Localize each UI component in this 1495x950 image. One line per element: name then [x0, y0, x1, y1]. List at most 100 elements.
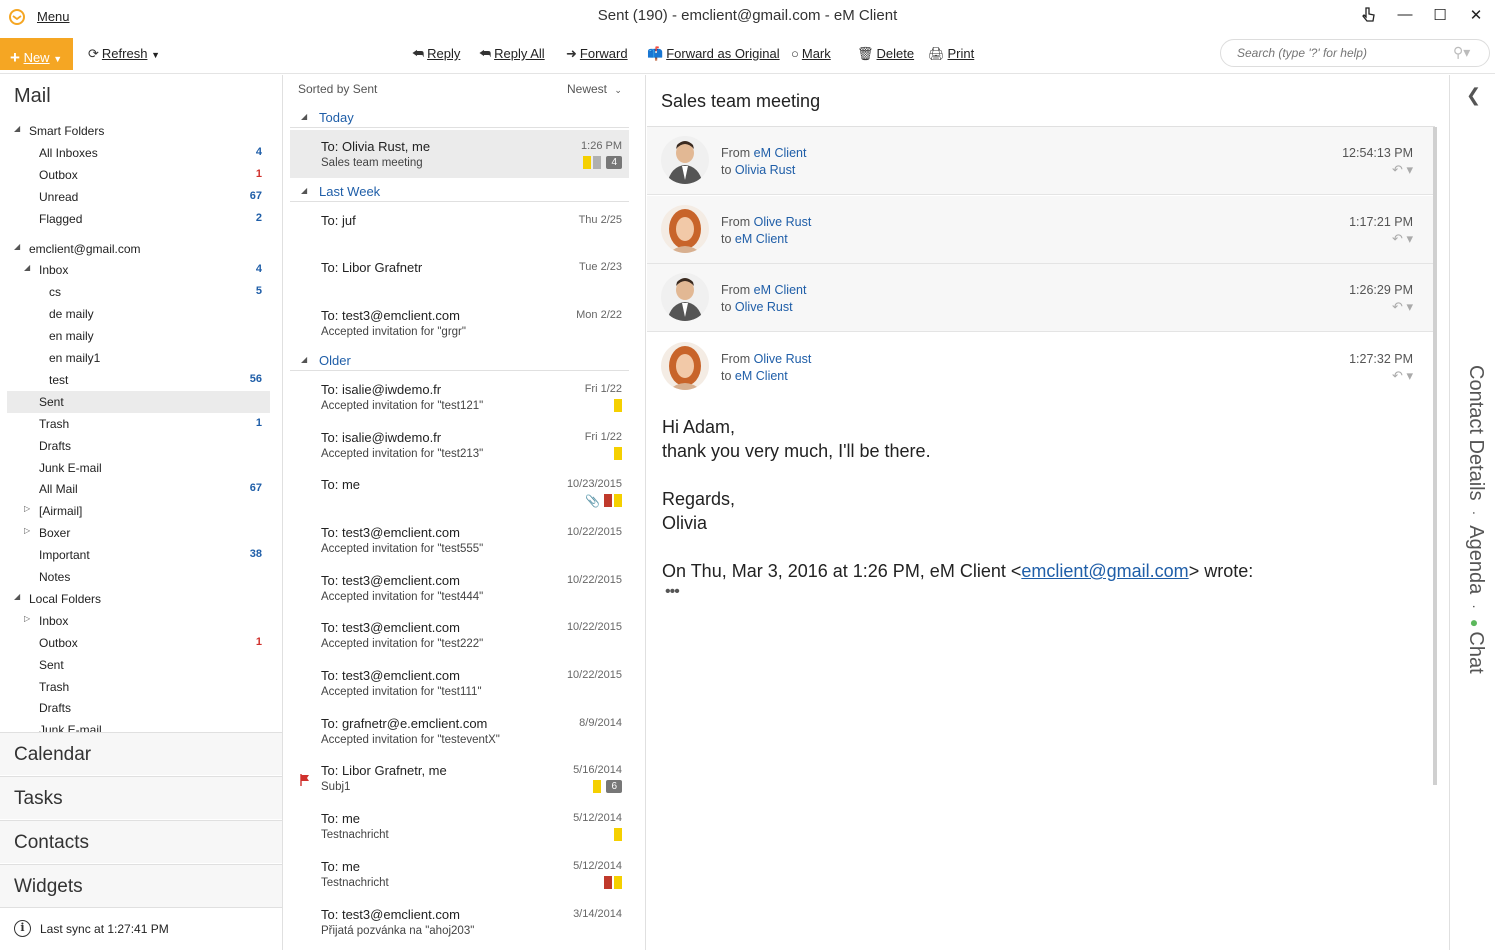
- message-item[interactable]: To: Libor Grafnetr, me Subj1 5/16/2014 6: [290, 754, 629, 802]
- nav-tasks[interactable]: Tasks: [0, 776, 282, 819]
- message-item[interactable]: To: isalie@iwdemo.fr Accepted invitation …: [290, 373, 629, 421]
- folder-item[interactable]: All Inboxes 4: [7, 142, 270, 164]
- flag-icon[interactable]: [300, 774, 310, 787]
- folder-item[interactable]: en maily1: [7, 347, 270, 369]
- folder-item[interactable]: ▷ Inbox: [7, 610, 270, 632]
- folder-item[interactable]: Drafts: [7, 435, 270, 457]
- tab-agenda[interactable]: Agenda: [1465, 525, 1487, 594]
- sender-link[interactable]: eM Client: [754, 283, 807, 297]
- folder-item[interactable]: ▷ Boxer: [7, 522, 270, 544]
- message-item[interactable]: To: test3@emclient.com Accepted invitatio…: [290, 299, 629, 347]
- folder-item[interactable]: Flagged 2: [7, 208, 270, 230]
- conversation-message-header[interactable]: From Olive Rust to eM Client 1:27:32 PM ↶ ▾: [647, 332, 1435, 401]
- recipient-link[interactable]: eM Client: [735, 232, 788, 246]
- touch-mode-icon[interactable]: [1357, 6, 1379, 26]
- mark-button[interactable]: ○ Mark: [791, 46, 831, 61]
- conversation-message-header[interactable]: From eM Client to Olive Rust 1:26:29 PM ↶ ▾: [647, 264, 1435, 332]
- message-item[interactable]: To: me Testnachricht 5/12/2014: [290, 802, 629, 850]
- reply-all-button[interactable]: ⮪ Reply All: [479, 46, 545, 62]
- search-box[interactable]: ⚲▾: [1220, 39, 1490, 67]
- nav-widgets[interactable]: Widgets: [0, 864, 282, 907]
- folder-item[interactable]: Drafts: [7, 697, 270, 719]
- folder-item[interactable]: test 56: [7, 369, 270, 391]
- info-icon[interactable]: i: [14, 920, 31, 937]
- folder-item[interactable]: Junk E-mail: [7, 457, 270, 479]
- collapse-triangle-icon[interactable]: ◢: [301, 112, 307, 121]
- folder-item[interactable]: Outbox 1: [7, 164, 270, 186]
- folder-item[interactable]: ◢ Inbox 4: [7, 259, 270, 281]
- quote-email-link[interactable]: emclient@gmail.com: [1021, 561, 1188, 581]
- folder-item[interactable]: Notes: [7, 566, 270, 588]
- message-item[interactable]: To: grafnetr@e.emclient.com Accepted invi…: [290, 707, 629, 755]
- message-item[interactable]: To: test3@emclient.com Accepted invitatio…: [290, 611, 629, 659]
- expand-triangle-icon[interactable]: ▷: [24, 614, 30, 623]
- folder-item[interactable]: Trash 1: [7, 413, 270, 435]
- collapse-triangle-icon[interactable]: ◢: [301, 355, 307, 364]
- maximize-button[interactable]: ☐: [1429, 6, 1451, 26]
- nav-calendar[interactable]: Calendar: [0, 732, 282, 775]
- folder-item[interactable]: Unread 67: [7, 186, 270, 208]
- folder-item[interactable]: All Mail 67: [7, 478, 270, 500]
- scrollbar[interactable]: [1433, 127, 1437, 785]
- thread-count-badge[interactable]: 4: [606, 156, 622, 169]
- message-item[interactable]: To: me Testnachricht 5/12/2014: [290, 850, 629, 898]
- thread-count-badge[interactable]: 6: [606, 780, 622, 794]
- folder-item[interactable]: Sent: [7, 654, 270, 676]
- collapse-triangle-icon[interactable]: ◢: [301, 186, 307, 195]
- folder-item[interactable]: Important 38: [7, 544, 270, 566]
- show-quoted-text-button[interactable]: •••: [665, 583, 680, 601]
- message-item[interactable]: To: test3@emclient.com Accepted invitatio…: [290, 564, 629, 612]
- conversation-message-header[interactable]: From Olive Rust to eM Client 1:17:21 PM ↶ ▾: [647, 195, 1435, 264]
- recipient-link[interactable]: Olive Rust: [735, 300, 793, 314]
- delete-button[interactable]: 🗑 Delete: [857, 46, 914, 62]
- collapse-triangle-icon[interactable]: ◢: [24, 263, 30, 272]
- message-item[interactable]: To: test3@emclient.com Přijatá pozvánka n…: [290, 898, 629, 946]
- collapse-triangle-icon[interactable]: ◢: [14, 242, 20, 251]
- collapse-triangle-icon[interactable]: ◢: [14, 592, 20, 601]
- search-icon[interactable]: ⚲▾: [1453, 44, 1470, 61]
- reply-dropdown-icon[interactable]: ↶ ▾: [1392, 299, 1413, 315]
- avatar[interactable]: [661, 204, 709, 253]
- sender-link[interactable]: Olive Rust: [754, 215, 812, 229]
- folder-item[interactable]: Junk E-mail: [7, 719, 270, 732]
- refresh-button[interactable]: ⟳ Refresh ▼: [88, 46, 160, 62]
- expand-triangle-icon[interactable]: ▷: [24, 504, 30, 513]
- avatar[interactable]: [661, 273, 709, 321]
- folder-item[interactable]: ◢ Smart Folders: [7, 120, 270, 142]
- folder-item[interactable]: cs 5: [7, 281, 270, 303]
- folder-item[interactable]: de maily: [7, 303, 270, 325]
- search-input[interactable]: [1237, 46, 1437, 60]
- reply-dropdown-icon[interactable]: ↶ ▾: [1392, 368, 1413, 384]
- avatar[interactable]: [661, 341, 709, 390]
- sender-link[interactable]: Olive Rust: [754, 352, 812, 366]
- reply-button[interactable]: ⮪ Reply: [412, 46, 460, 62]
- forward-button[interactable]: ➜ Forward: [566, 46, 628, 62]
- sort-by-label[interactable]: Sorted by Sent: [298, 82, 377, 96]
- reply-dropdown-icon[interactable]: ↶ ▾: [1392, 162, 1413, 178]
- close-button[interactable]: ✕: [1465, 6, 1487, 26]
- collapse-triangle-icon[interactable]: ◢: [14, 124, 20, 133]
- chevron-left-icon[interactable]: ❮: [1466, 85, 1481, 106]
- message-item[interactable]: To: juf Thu 2/25: [290, 204, 629, 252]
- expand-triangle-icon[interactable]: ▷: [24, 526, 30, 535]
- recipient-link[interactable]: Olivia Rust: [735, 163, 795, 177]
- sender-link[interactable]: eM Client: [754, 146, 807, 160]
- forward-as-original-button[interactable]: 📫 Forward as Original: [647, 46, 780, 62]
- tab-contact-details[interactable]: Contact Details: [1465, 365, 1487, 501]
- tab-chat[interactable]: Chat: [1465, 631, 1487, 673]
- conversation-message-header[interactable]: From eM Client to Olivia Rust 12:54:13 PM ↶…: [647, 127, 1435, 195]
- message-item[interactable]: To: isalie@iwdemo.fr Accepted invitation …: [290, 421, 629, 469]
- folder-item[interactable]: en maily: [7, 325, 270, 347]
- message-item[interactable]: To: Libor Grafnetr Tue 2/23: [290, 251, 629, 299]
- message-item[interactable]: To: me 10/23/2015 📎: [290, 468, 629, 516]
- message-item[interactable]: To: Olivia Rust, me Sales team meeting 1:2…: [290, 130, 629, 178]
- group-header[interactable]: ◢ Last Week: [290, 180, 629, 202]
- minimize-button[interactable]: —: [1394, 6, 1416, 26]
- message-item[interactable]: To: test3@emclient.com Accepted invitatio…: [290, 659, 629, 707]
- group-header[interactable]: ◢ Older: [290, 349, 629, 371]
- group-header[interactable]: ◢ Today: [290, 106, 629, 128]
- folder-item[interactable]: Trash: [7, 676, 270, 698]
- recipient-link[interactable]: eM Client: [735, 369, 788, 383]
- avatar[interactable]: [661, 136, 709, 184]
- message-item[interactable]: To: test3@emclient.com Accepted invitatio…: [290, 516, 629, 564]
